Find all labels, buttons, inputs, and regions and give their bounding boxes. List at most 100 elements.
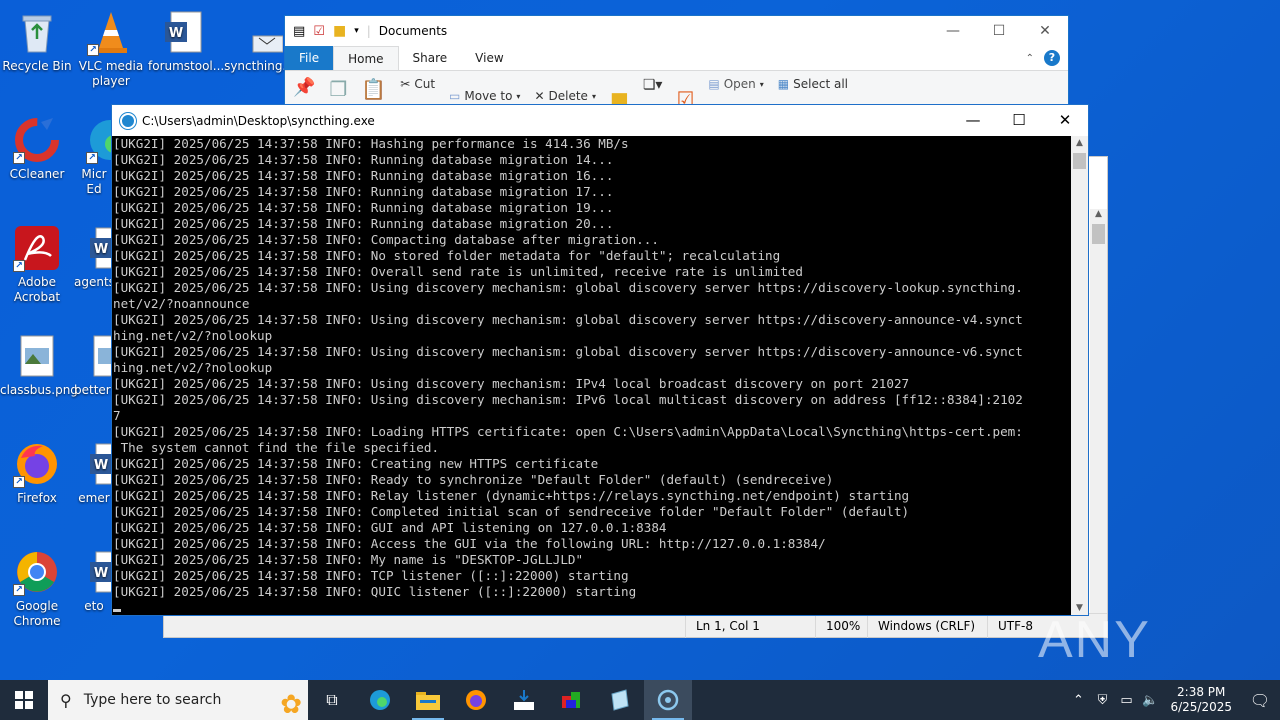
- help-icon[interactable]: ?: [1044, 50, 1060, 66]
- delete-x-icon: ✕: [534, 89, 545, 103]
- firefox-icon: [466, 690, 486, 710]
- pin-icon: 📌: [293, 77, 316, 98]
- tab-home[interactable]: Home: [333, 46, 399, 70]
- volume-icon[interactable]: 🔈: [1138, 693, 1162, 708]
- colorful-app-icon: [562, 692, 580, 708]
- svg-text:W: W: [94, 242, 108, 257]
- desktop-icon-emer[interactable]: W emer: [74, 440, 114, 506]
- collapse-ribbon-icon[interactable]: ⌃: [1026, 53, 1034, 64]
- console-line: [UKG2I] 2025/06/25 14:37:58 INFO: Loadin…: [113, 424, 1023, 439]
- desktop-icon-firefox[interactable]: ↗ Firefox: [0, 440, 74, 506]
- move-to-button[interactable]: ▭ Move to ▾: [449, 89, 520, 103]
- notepad-icon: [611, 689, 629, 711]
- desktop-icon-eto[interactable]: W eto: [74, 548, 114, 614]
- maximize-button[interactable]: ☐: [976, 23, 1022, 39]
- taskbar-firefox[interactable]: [452, 680, 500, 720]
- quick-access-dropdown-icon[interactable]: ▾: [354, 26, 359, 36]
- shield-icon[interactable]: ⛨: [1090, 693, 1114, 708]
- taskbar-notepad[interactable]: [596, 680, 644, 720]
- syncthing-icon: [120, 112, 136, 129]
- notification-icon[interactable]: 🗨: [1240, 691, 1280, 710]
- desktop-icon-agents[interactable]: W agents: [74, 224, 114, 290]
- select-all-icon: ▦: [777, 77, 790, 91]
- word-document-icon: W: [161, 8, 209, 56]
- delete-button[interactable]: ✕ Delete ▾: [534, 89, 596, 103]
- notepad-scrollbar[interactable]: ▲: [1090, 209, 1107, 614]
- folder-icon[interactable]: ■: [333, 23, 346, 39]
- console-window[interactable]: C:\Users\admin\Desktop\syncthing.exe — ☐…: [111, 104, 1089, 616]
- desktop-icon-betters[interactable]: betters: [74, 332, 114, 398]
- explorer-titlebar[interactable]: ▤ ☑ ■ ▾ | Documents — ☐ ✕: [285, 16, 1068, 46]
- desktop-icon-acrobat[interactable]: ↗ Adobe Acrobat: [0, 224, 74, 305]
- chevron-up-icon[interactable]: ⌃: [1066, 693, 1090, 708]
- copy-button[interactable]: ❐: [329, 77, 347, 101]
- cursor-position: Ln 1, Col 1: [685, 613, 815, 638]
- shortcut-arrow-icon: ↗: [87, 44, 99, 56]
- scroll-up-icon[interactable]: ▲: [1071, 138, 1088, 148]
- minimize-button[interactable]: —: [930, 23, 976, 39]
- console-line: [UKG2I] 2025/06/25 14:37:58 INFO: No sto…: [113, 248, 781, 263]
- console-line: 7: [113, 408, 121, 423]
- console-line: [UKG2I] 2025/06/25 14:37:58 INFO: Hashin…: [113, 136, 629, 151]
- properties-icon[interactable]: ▤: [293, 24, 305, 39]
- desktop-icon-edge[interactable]: ↗ Micr Ed: [74, 116, 114, 197]
- desktop-icon-vlc[interactable]: ↗ VLC media player: [74, 8, 148, 89]
- svg-text:W: W: [169, 26, 183, 41]
- svg-text:W: W: [94, 458, 108, 473]
- console-line: [UKG2I] 2025/06/25 14:37:58 INFO: TCP li…: [113, 568, 629, 583]
- vlc-cone-icon: ↗: [87, 8, 135, 56]
- taskbar-edge[interactable]: [356, 680, 404, 720]
- desktop-icon-recycle-bin[interactable]: Recycle Bin: [0, 8, 74, 74]
- open-button[interactable]: ▤ Open ▾: [708, 77, 763, 91]
- close-button[interactable]: ✕: [1042, 105, 1088, 136]
- pin-button[interactable]: 📌: [293, 77, 315, 98]
- console-output[interactable]: [UKG2I] 2025/06/25 14:37:58 INFO: Hashin…: [112, 136, 1071, 615]
- taskbar-app-installer[interactable]: [500, 680, 548, 720]
- word-document-icon: W: [86, 548, 114, 596]
- paste-button[interactable]: 📋: [361, 77, 386, 101]
- notepad-statusbar: Ln 1, Col 1 100% Windows (CRLF) UTF-8: [164, 613, 1107, 638]
- console-line: [UKG2I] 2025/06/25 14:37:58 INFO: Using …: [113, 312, 1023, 327]
- network-icon[interactable]: ▭: [1114, 693, 1138, 708]
- maximize-button[interactable]: ☐: [996, 105, 1042, 136]
- chevron-down-icon: ▾: [516, 91, 521, 101]
- scroll-up-icon[interactable]: ▲: [1090, 209, 1107, 219]
- select-all-button[interactable]: ▦ Select all: [778, 77, 848, 91]
- desktop-icon-ccleaner[interactable]: ↗ CCleaner: [0, 116, 74, 182]
- notepad-scroll-thumb[interactable]: [1092, 224, 1105, 244]
- desktop-icon-classbus[interactable]: classbus.png: [0, 332, 78, 398]
- taskbar-file-explorer[interactable]: [404, 680, 452, 720]
- edge-icon: [370, 690, 390, 710]
- tab-file[interactable]: File: [285, 46, 334, 70]
- console-window-controls: — ☐ ✕: [950, 105, 1088, 136]
- checkmark-icon[interactable]: ☑: [313, 24, 325, 39]
- desktop-icon-chrome[interactable]: ↗ Google Chrome: [0, 548, 74, 629]
- clock-date: 6/25/2025: [1170, 700, 1232, 714]
- console-line: hing.net/v2/?nolookup: [113, 360, 273, 375]
- ccleaner-icon: ↗: [13, 116, 61, 164]
- console-line: [UKG2I] 2025/06/25 14:37:58 INFO: Overal…: [113, 264, 803, 279]
- close-button[interactable]: ✕: [1022, 23, 1068, 39]
- console-line: [UKG2I] 2025/06/25 14:37:58 INFO: QUIC l…: [113, 584, 637, 599]
- desktop-icon-forumstool[interactable]: W forumstool...: [148, 8, 224, 74]
- taskbar-syncthing[interactable]: [644, 680, 692, 720]
- console-scroll-thumb[interactable]: [1073, 153, 1086, 169]
- chrome-icon: ↗: [13, 548, 61, 596]
- console-line: [UKG2I] 2025/06/25 14:37:58 INFO: Using …: [113, 392, 1023, 407]
- taskbar: ⚲ Type here to search ✿ ⧉ ⌃ ⛨ ▭ 🔈 2:38 P…: [0, 680, 1280, 720]
- tab-view[interactable]: View: [461, 46, 517, 70]
- new-item-button[interactable]: ❏▾: [643, 77, 663, 93]
- start-button[interactable]: [0, 680, 48, 720]
- taskbar-colorful-app[interactable]: [548, 680, 596, 720]
- task-view-button[interactable]: ⧉: [308, 680, 356, 720]
- scissors-icon: ✂: [400, 77, 411, 91]
- console-titlebar[interactable]: C:\Users\admin\Desktop\syncthing.exe — ☐…: [112, 105, 1088, 136]
- cut-button[interactable]: ✂ Cut: [400, 77, 435, 91]
- minimize-button[interactable]: —: [950, 105, 996, 136]
- taskbar-search-box[interactable]: ⚲ Type here to search ✿: [48, 680, 308, 720]
- console-scrollbar[interactable]: ▲ ▼: [1071, 136, 1088, 615]
- clock[interactable]: 2:38 PM 6/25/2025: [1162, 685, 1240, 715]
- explorer-window-controls: — ☐ ✕: [930, 23, 1068, 39]
- explorer-title: Documents: [378, 24, 448, 38]
- tab-share[interactable]: Share: [399, 46, 462, 70]
